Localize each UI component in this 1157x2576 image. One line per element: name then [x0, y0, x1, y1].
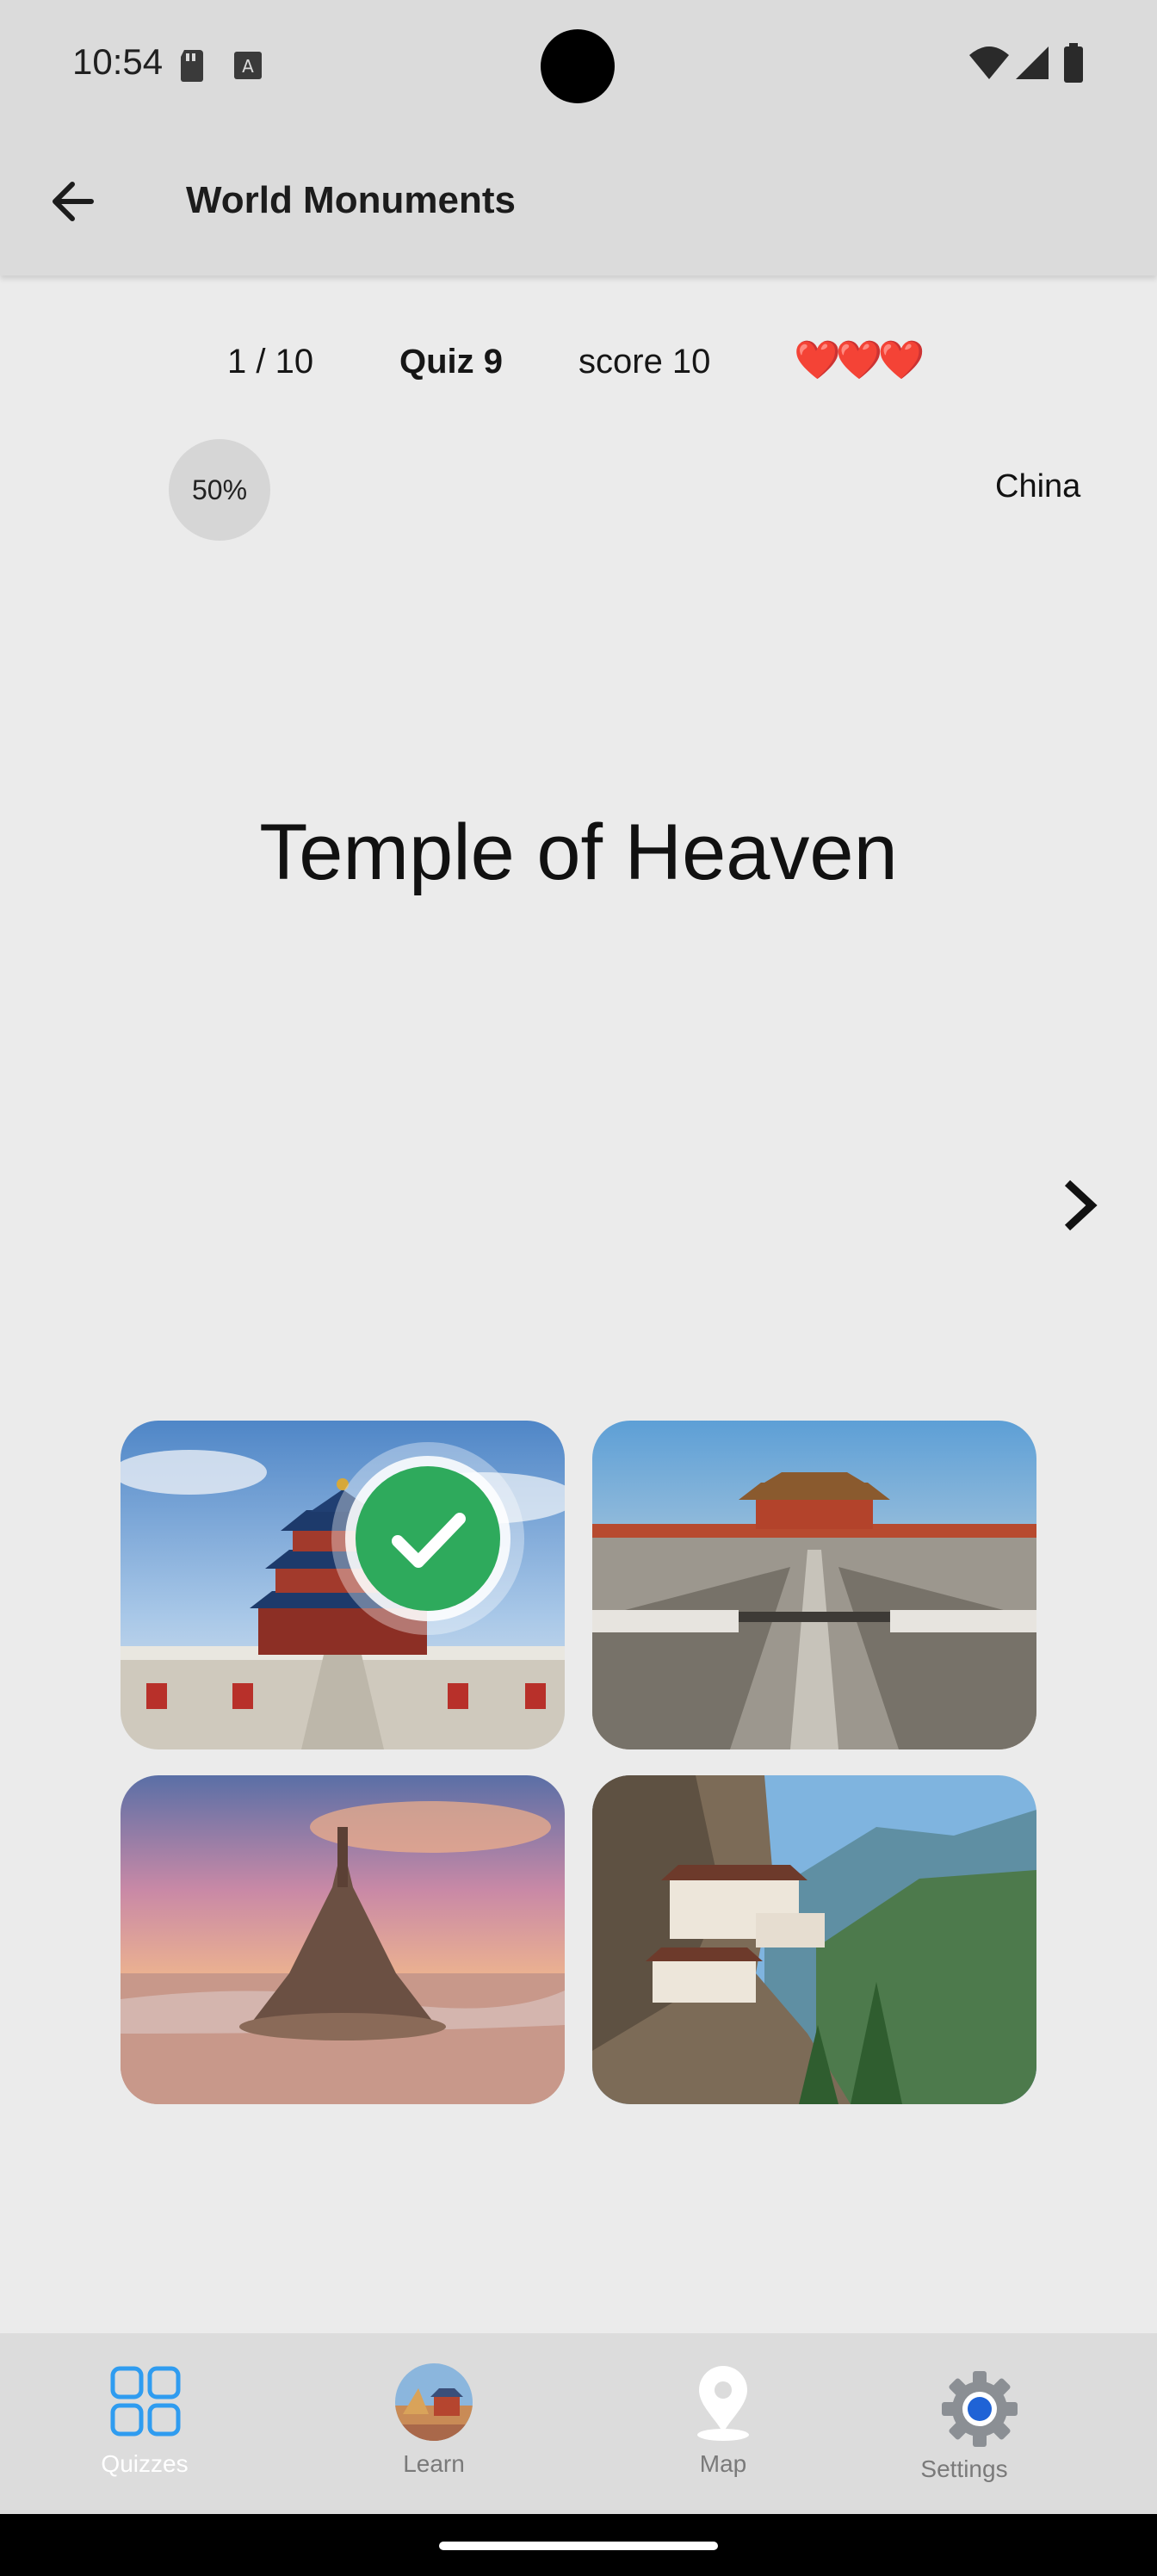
back-arrow-icon[interactable]	[41, 170, 103, 232]
hint-percent-label: 50%	[191, 474, 248, 505]
keyboard-a-icon: A	[234, 52, 262, 79]
nav-item-map[interactable]: Map	[620, 2357, 826, 2486]
nav-item-settings[interactable]: Settings	[861, 2357, 1067, 2486]
cell-signal-icon	[1016, 46, 1049, 79]
country-label: China	[995, 468, 1081, 505]
home-indicator[interactable]	[439, 2542, 718, 2550]
nav-label-quizzes: Quizzes	[101, 2450, 189, 2477]
quiz-name: Quiz 9	[399, 343, 504, 381]
hint-percent-badge[interactable]: 50%	[169, 439, 270, 541]
answer-tile-mont-saint-michel[interactable]	[121, 1775, 565, 2104]
answer-tile-forbidden-city[interactable]	[592, 1421, 1036, 1749]
grid-icon	[110, 2366, 181, 2437]
nav-label-map: Map	[699, 2450, 747, 2477]
monument-name: Temple of Heaven	[259, 808, 898, 896]
lives-hearts: ❤️❤️❤️	[794, 339, 925, 381]
battery-icon	[1064, 43, 1083, 83]
nav-item-learn[interactable]: Learn	[331, 2357, 537, 2486]
app-title: World Monuments	[186, 179, 516, 221]
checkmark-icon	[331, 1442, 524, 1635]
map-pin-icon	[697, 2366, 749, 2441]
nav-item-quizzes[interactable]: Quizzes	[41, 2357, 248, 2486]
forbidden-city-image	[592, 1421, 1036, 1749]
score-label: score 10	[578, 343, 711, 381]
monuments-thumbnail-icon	[395, 2363, 473, 2441]
gear-icon	[942, 2371, 1018, 2447]
next-chevron-icon[interactable]	[1052, 1174, 1109, 1236]
correct-answer-badge	[329, 1440, 527, 1638]
question-counter: 1 / 10	[227, 343, 314, 381]
wifi-icon	[969, 46, 1009, 79]
front-camera	[541, 29, 615, 103]
sd-card-icon	[181, 50, 203, 82]
nav-label-settings: Settings	[920, 2455, 1008, 2482]
status-time: 10:54	[72, 41, 164, 82]
nav-label-learn: Learn	[403, 2450, 465, 2477]
svg-text:A: A	[242, 56, 254, 77]
mont-saint-michel-image	[121, 1775, 565, 2104]
tigers-nest-image	[592, 1775, 1036, 2104]
answer-tile-tigers-nest[interactable]	[592, 1775, 1036, 2104]
